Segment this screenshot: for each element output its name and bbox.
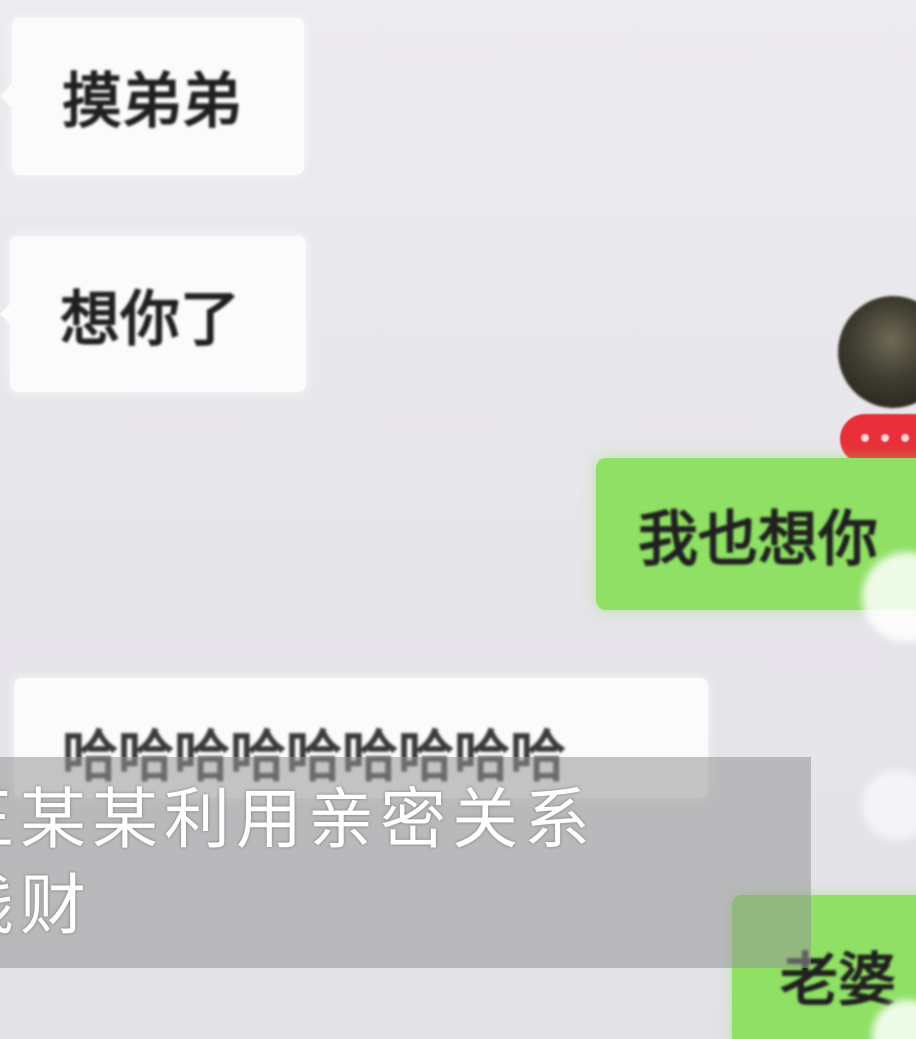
message-bubble-received[interactable]: 摸弟弟 <box>12 18 304 175</box>
message-text: 想你了 <box>60 284 240 355</box>
subtitle-line: 钱财 <box>0 867 92 944</box>
message-bubble-received[interactable]: 想你了 <box>10 236 306 392</box>
subtitle-line: 王某某利用亲密关系 <box>0 781 596 858</box>
heart-icon <box>862 770 916 840</box>
status-badge: ••• <box>840 414 916 464</box>
chat-screenshot: 摸弟弟 想你了 ••• 我也想你 哈哈哈哈哈哈哈哈哈 老婆 王某某利用亲密关系 … <box>0 0 916 1039</box>
avatar[interactable] <box>838 296 916 408</box>
bubble-tail <box>0 84 12 108</box>
video-subtitle: 王某某利用亲密关系 钱财 <box>0 757 811 968</box>
message-text: 我也想你 <box>638 504 878 575</box>
message-text: 摸弟弟 <box>62 67 242 137</box>
